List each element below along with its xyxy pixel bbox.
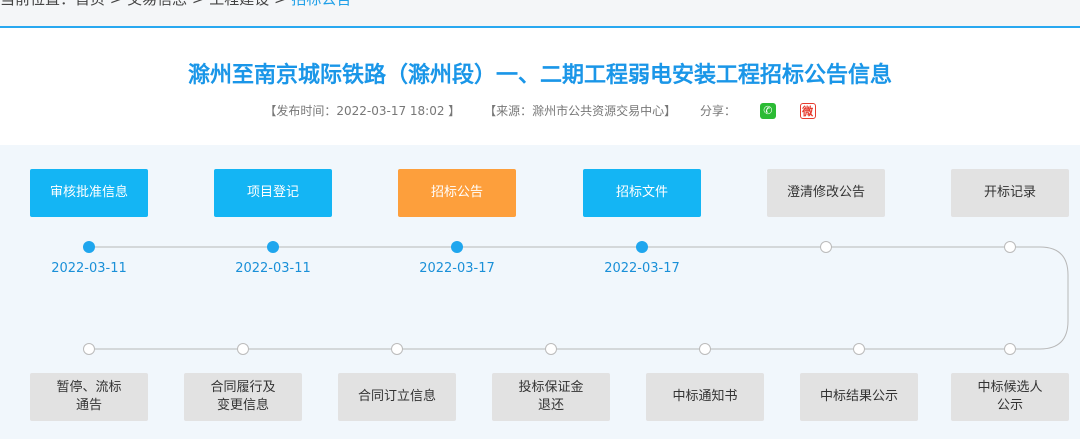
bottom-step-1[interactable]: 暂停、流标 通告 — [30, 373, 148, 421]
bottom-step-dot-1 — [83, 343, 95, 355]
top-step-dot-1 — [83, 241, 95, 253]
top-step-1[interactable]: 审核批准信息 — [30, 169, 148, 217]
breadcrumb-bar: 当前位置：首页 > 交易信息 > 工程建设 > 招标公告 — [0, 0, 1080, 28]
bottom-step-dot-4 — [545, 343, 557, 355]
top-step-dot-5 — [820, 241, 832, 253]
top-step-6[interactable]: 开标记录 — [951, 169, 1069, 217]
share-label: 分享： — [699, 104, 736, 118]
bottom-step-4[interactable]: 投标保证金 退还 — [492, 373, 610, 421]
bottom-step-dot-2 — [237, 343, 249, 355]
bottom-step-dot-7 — [1004, 343, 1016, 355]
top-step-2[interactable]: 项目登记 — [214, 169, 332, 217]
top-step-dot-4 — [636, 241, 648, 253]
bottom-step-dot-5 — [699, 343, 711, 355]
top-step-date-1: 2022-03-11 — [51, 261, 127, 276]
breadcrumb-current: 招标公告 — [291, 0, 351, 8]
top-step-4[interactable]: 招标文件 — [583, 169, 701, 217]
top-step-5[interactable]: 澄清修改公告 — [767, 169, 885, 217]
breadcrumb: 当前位置：首页 > 交易信息 > 工程建设 > 招标公告 — [0, 0, 351, 9]
process-panel: 审核批准信息 2022-03-11 项目登记 2022-03-11 招标公告 2022-0… — [0, 145, 1080, 439]
breadcrumb-path[interactable]: 当前位置：首页 > 交易信息 > 工程建设 > — [0, 0, 291, 8]
top-step-date-3: 2022-03-17 — [419, 261, 495, 276]
top-step-dot-3 — [451, 241, 463, 253]
bottom-step-dot-3 — [391, 343, 403, 355]
wechat-icon[interactable]: ✆ — [759, 102, 776, 119]
bottom-step-5[interactable]: 中标通知书 — [646, 373, 764, 421]
top-step-3[interactable]: 招标公告 — [398, 169, 516, 217]
top-step-date-4: 2022-03-17 — [604, 261, 680, 276]
weibo-icon[interactable]: 微 — [799, 102, 816, 119]
meta-row: 【发布时间：2022-03-17 18:02 】 【来源：滁州市公共资源交易中心… — [0, 102, 1080, 119]
bottom-step-6[interactable]: 中标结果公示 — [800, 373, 918, 421]
source: 【来源：滁州市公共资源交易中心】 — [484, 104, 677, 118]
publish-time: 【发布时间：2022-03-17 18:02 】 — [264, 104, 461, 118]
bottom-step-2[interactable]: 合同履行及 变更信息 — [184, 373, 302, 421]
bottom-step-7[interactable]: 中标候选人 公示 — [951, 373, 1069, 421]
page-root: 当前位置：首页 > 交易信息 > 工程建设 > 招标公告 滁州至南京城际铁路（滁… — [0, 0, 1080, 439]
top-step-dot-2 — [267, 241, 279, 253]
top-step-dot-6 — [1004, 241, 1016, 253]
bottom-step-3[interactable]: 合同订立信息 — [338, 373, 456, 421]
top-step-date-2: 2022-03-11 — [235, 261, 311, 276]
bottom-step-dot-6 — [853, 343, 865, 355]
page-title: 滁州至南京城际铁路（滁州段）一、二期工程弱电安装工程招标公告信息 — [187, 63, 892, 88]
